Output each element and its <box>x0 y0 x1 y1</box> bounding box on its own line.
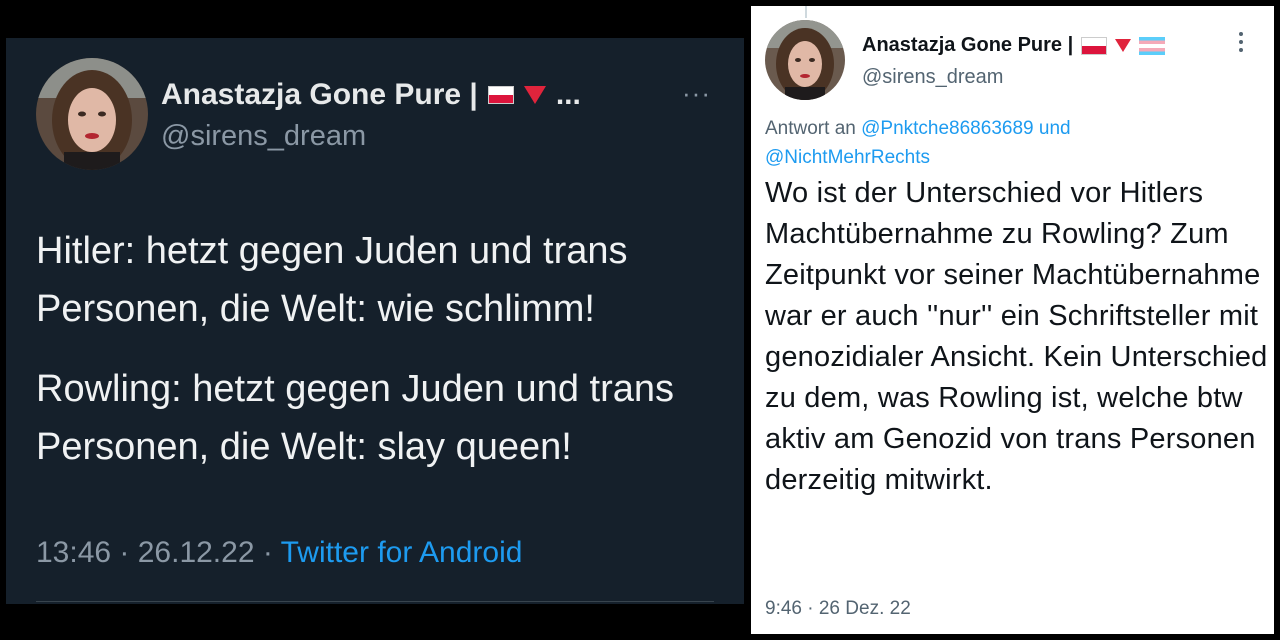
reply-prefix: Antwort an <box>765 118 862 139</box>
flag-poland-icon <box>1081 36 1108 55</box>
display-name-text: Anastazja Gone Pure | <box>161 78 478 111</box>
reply-and: und <box>1033 118 1071 139</box>
flag-poland-icon <box>487 86 514 104</box>
red-triangle-down-icon <box>1115 39 1132 52</box>
name-ellipsis: ... <box>555 78 581 111</box>
user-handle[interactable]: @sirens_dream <box>862 66 1003 89</box>
display-name[interactable]: Anastazja Gone Pure | ... <box>161 78 581 112</box>
reply-context: Antwort an @Pnktche86863689 und @NichtMe… <box>765 114 1265 172</box>
tweet-text: Wo ist der Unterschied vor Hitlers Macht… <box>765 177 1268 496</box>
tweet-timestamp: 13:46 · 26.12.22 · Twitter for Android <box>36 536 522 570</box>
avatar[interactable] <box>36 58 148 170</box>
source-link[interactable]: Twitter for Android <box>281 536 523 569</box>
more-options-icon[interactable] <box>1238 32 1244 52</box>
more-options-icon[interactable]: ··· <box>682 78 711 109</box>
user-handle[interactable]: @sirens_dream <box>161 120 366 153</box>
timestamp-text[interactable]: 13:46 · 26.12.22 · <box>36 536 281 569</box>
divider <box>36 601 714 602</box>
display-name-text: Anastazja Gone Pure | <box>862 34 1074 56</box>
tweet-text: Hitler: hetzt gegen Juden und trans Pers… <box>36 222 736 498</box>
avatar[interactable] <box>765 20 845 100</box>
dark-tweet-card: Anastazja Gone Pure | ... @sirens_dream … <box>6 38 744 604</box>
red-triangle-down-icon <box>523 86 546 104</box>
light-tweet-card: Anastazja Gone Pure | @sirens_dream Antw… <box>751 6 1274 634</box>
thread-line <box>805 6 807 18</box>
tweet-paragraph: Rowling: hetzt gegen Juden und trans Per… <box>36 368 674 468</box>
mention-link[interactable]: @Pnktche86863689 <box>861 118 1033 139</box>
display-name[interactable]: Anastazja Gone Pure | <box>862 34 1166 57</box>
transgender-flag-icon <box>1139 36 1166 55</box>
tweet-timestamp[interactable]: 9:46 · 26 Dez. 22 <box>765 598 911 620</box>
tweet-paragraph: Hitler: hetzt gegen Juden und trans Pers… <box>36 230 628 330</box>
mention-link[interactable]: @NichtMehrRechts <box>765 147 930 168</box>
